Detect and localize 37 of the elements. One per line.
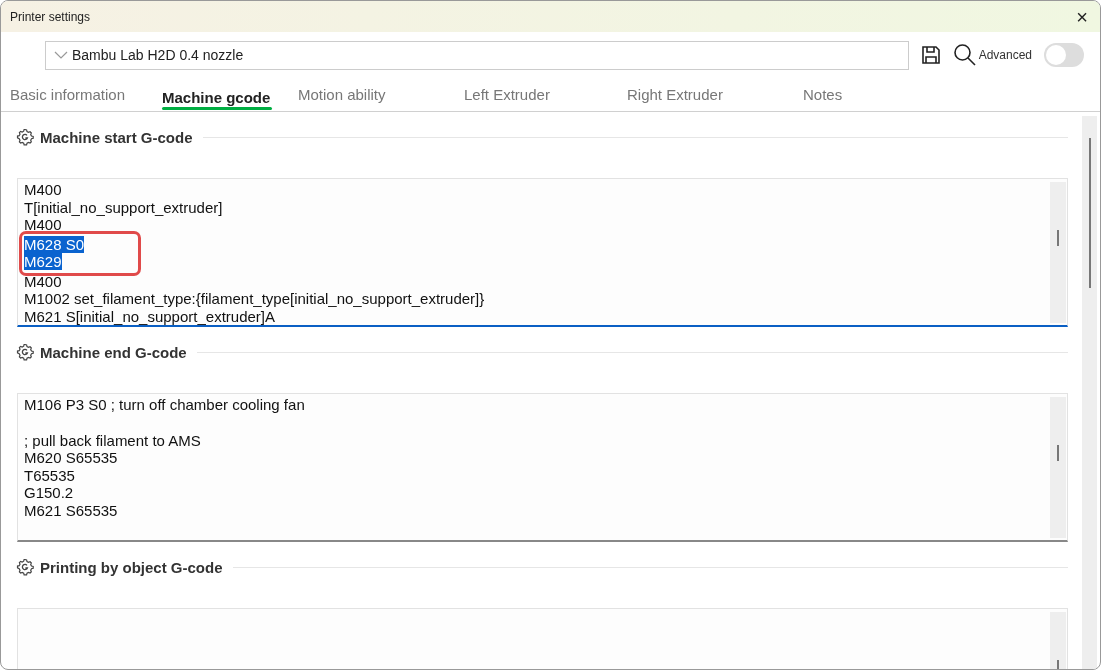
code-line: M400 bbox=[24, 272, 62, 290]
editor-scrollbar[interactable] bbox=[1050, 397, 1066, 538]
tab[interactable]: Left Extruder bbox=[464, 78, 627, 111]
tab[interactable]: Machine gcode bbox=[162, 78, 298, 111]
save-icon[interactable] bbox=[920, 45, 941, 65]
editor-scrollbar[interactable] bbox=[1050, 182, 1066, 323]
search-icon[interactable] bbox=[952, 43, 977, 67]
code-line: M1002 set_filament_type:{filament_type[initial_no_support_extruder]} bbox=[24, 290, 485, 307]
code-line: M400 bbox=[24, 181, 62, 198]
code-line: T65535 bbox=[24, 466, 75, 484]
preset-dropdown[interactable]: Bambu Lab H2D 0.4 nozzle bbox=[45, 40, 909, 70]
code-line: M621 S65535 bbox=[24, 501, 118, 519]
tab[interactable]: Basic information bbox=[10, 78, 162, 111]
window-title: Printer settings bbox=[10, 9, 91, 24]
code-line: M620 S65535 bbox=[24, 449, 118, 466]
section-title: Printing by object G-code bbox=[40, 558, 223, 576]
gear-icon bbox=[16, 128, 34, 146]
code-line: ; pull back filament to AMS bbox=[24, 431, 201, 449]
code-editor[interactable]: M106 P3 S0 ; turn off chamber cooling fan ; pull back filament to AMS M620 S65535 T65535 G150.2 M621 S65535 bbox=[17, 393, 1068, 542]
advanced-toggle[interactable] bbox=[1044, 43, 1084, 67]
code-line: T[initial_no_support_extruder] bbox=[24, 198, 223, 216]
code-line: G150.2 bbox=[24, 484, 74, 501]
section-title: Machine end G-code bbox=[40, 343, 187, 361]
gear-icon bbox=[16, 558, 34, 576]
tab[interactable]: Notes bbox=[803, 78, 883, 111]
section-title: Machine start G-code bbox=[40, 128, 193, 146]
close-button[interactable]: × bbox=[1072, 6, 1092, 27]
code-line: M400 bbox=[24, 216, 62, 233]
tab[interactable]: Motion ability bbox=[298, 78, 464, 111]
advanced-label: Advanced bbox=[978, 48, 1032, 62]
code-editor[interactable]: M400 T[initial_no_support_extruder] M400 M628 S0 M629 M400 M1002 set_filament_type:{filament_type[initial_no_support_extruder]} M621 S[initial_no_support_extruder]A bbox=[17, 178, 1068, 327]
code-line: M621 S[initial_no_support_extruder]A bbox=[24, 307, 275, 325]
code-line: M106 P3 S0 ; turn off chamber cooling fan bbox=[24, 396, 305, 413]
tab[interactable]: Right Extruder bbox=[627, 78, 803, 111]
scrollbar[interactable] bbox=[1082, 116, 1097, 669]
gear-icon bbox=[16, 343, 34, 361]
chevron-down-icon bbox=[54, 50, 68, 60]
